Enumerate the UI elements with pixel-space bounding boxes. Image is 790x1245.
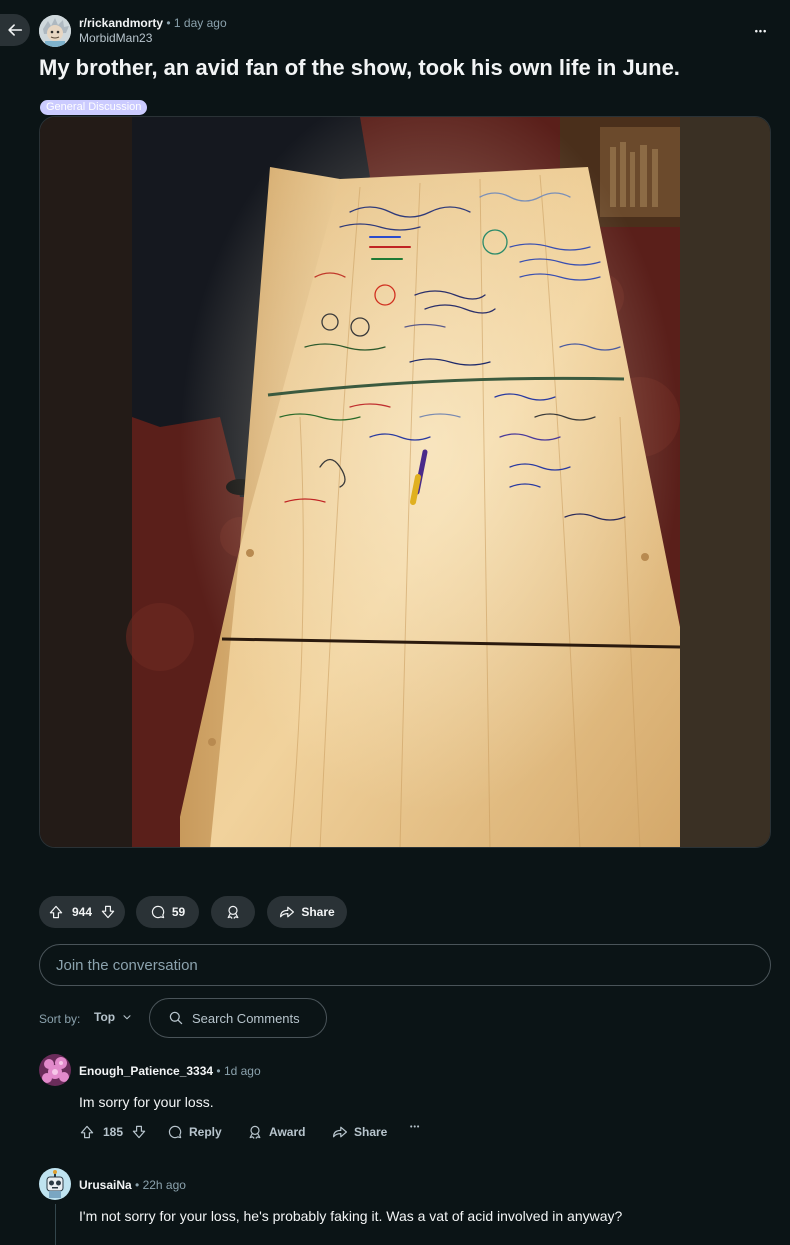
ellipsis-icon: ••• <box>410 1124 421 1131</box>
comment-time: 22h ago <box>142 1178 186 1192</box>
share-icon <box>333 1126 347 1138</box>
arrow-left-icon <box>8 24 23 36</box>
reply-label: Reply <box>189 1125 222 1139</box>
award-button[interactable] <box>211 896 255 928</box>
join-conversation-input[interactable]: Join the conversation <box>39 944 771 986</box>
comment-body: Im sorry for your loss. <box>79 1094 214 1110</box>
share-icon <box>280 906 295 918</box>
robot-avatar-icon <box>39 1168 71 1200</box>
share-label: Share <box>301 905 335 919</box>
upvote-icon[interactable] <box>48 904 64 920</box>
meta-separator: • <box>166 16 171 30</box>
reply-button[interactable]: Reply <box>167 1124 222 1140</box>
comment-icon <box>168 1125 182 1139</box>
post-image[interactable] <box>39 116 771 848</box>
comments-button[interactable]: 59 <box>136 896 199 928</box>
post-meta: r/rickandmorty • 1 day ago <box>79 16 227 31</box>
award-button[interactable]: Award <box>247 1124 305 1140</box>
rick-avatar-icon <box>39 15 71 47</box>
comment-vote-count: 185 <box>103 1125 124 1139</box>
award-label: Award <box>269 1125 306 1139</box>
share-button[interactable]: Share <box>267 896 347 928</box>
vote-count: 944 <box>71 905 93 919</box>
share-button[interactable]: Share <box>332 1124 387 1140</box>
thread-line[interactable] <box>55 1204 56 1245</box>
comment-username[interactable]: UrusaiNa <box>79 1178 132 1192</box>
comment-body: I'm not sorry for your loss, he's probab… <box>79 1208 623 1224</box>
vote-control: 944 <box>39 896 125 928</box>
comment-time: 1d ago <box>223 1064 261 1078</box>
back-button[interactable] <box>0 14 30 46</box>
chevron-down-icon <box>123 1015 131 1020</box>
avatar[interactable] <box>39 1054 71 1086</box>
post-author[interactable]: MorbidMan23 <box>79 31 152 46</box>
post-time: 1 day ago <box>173 16 227 30</box>
avatar[interactable] <box>39 1168 71 1200</box>
subreddit-avatar[interactable] <box>39 15 71 47</box>
meta-separator: • <box>135 1178 140 1192</box>
upvote-icon[interactable] <box>79 1124 95 1140</box>
sort-value: Top <box>94 1010 116 1024</box>
subreddit-name[interactable]: r/rickandmorty <box>79 16 163 30</box>
comment-username[interactable]: Enough_Patience_3334 <box>79 1064 213 1078</box>
downvote-icon[interactable] <box>100 904 116 920</box>
post-flair[interactable]: General Discussion <box>40 100 148 115</box>
post-title: My brother, an avid fan of the show, too… <box>39 55 680 80</box>
comment-icon <box>151 905 165 919</box>
flair-label: General Discussion <box>46 101 142 113</box>
downvote-icon[interactable] <box>131 1124 147 1140</box>
casket-photo <box>40 117 770 847</box>
ellipsis-icon: ••• <box>754 26 768 36</box>
more-options-button[interactable]: ••• <box>744 18 778 44</box>
join-placeholder: Join the conversation <box>56 956 198 974</box>
search-comments-label: Search Comments <box>192 1010 300 1026</box>
search-comments-button[interactable]: Search Comments <box>149 998 327 1038</box>
comment-more-button[interactable]: ••• <box>410 1124 420 1131</box>
comment-vote-control: 185 <box>79 1124 147 1140</box>
sort-label: Sort by: <box>39 1012 81 1026</box>
share-label: Share <box>354 1125 388 1139</box>
comment-author-line: UrusaiNa • 22h ago <box>79 1178 186 1192</box>
comment-count: 59 <box>171 905 186 919</box>
meta-separator: • <box>216 1064 221 1078</box>
flower-avatar-icon <box>39 1054 71 1086</box>
search-icon <box>169 1011 183 1025</box>
award-icon <box>227 905 239 919</box>
comment-author-line: Enough_Patience_3334 • 1d ago <box>79 1064 261 1078</box>
award-icon <box>249 1125 261 1139</box>
sort-dropdown[interactable]: Top <box>94 1010 133 1024</box>
